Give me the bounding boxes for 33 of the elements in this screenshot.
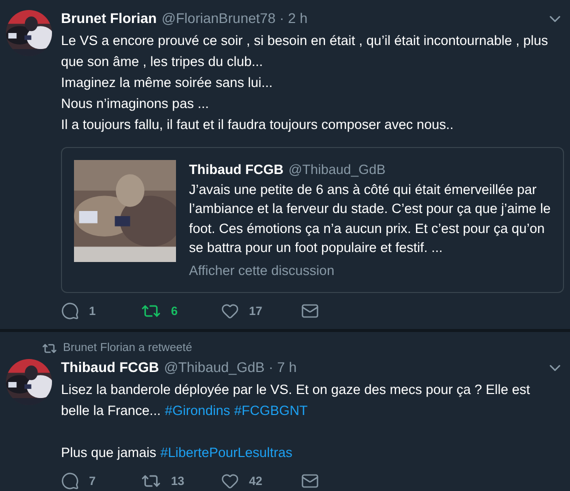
heart-icon[interactable] (221, 472, 239, 490)
author-handle[interactable]: @FlorianBrunet78 (162, 9, 276, 28)
reply-count: 7 (89, 473, 96, 490)
quoted-author-name[interactable]: Thibaud FCGB (189, 160, 284, 180)
tweet-text: Il a toujours fallu, il faut et il faudra toujours composer avec nous.. (61, 116, 454, 134)
author-handle[interactable]: @Thibaud_GdB (164, 358, 265, 378)
retweet-count: 6 (171, 303, 178, 320)
quoted-tweet-text: J’avais une petite de 6 ans à côté qui était émerveillée par l’ambiance et la ferveur du stade. C’est pour ça que j’aime le foot. Ces émotions ça n’a aucun prix. Et c’est pour ça qu’on se battra pour un foot populaire et festif. ... (189, 180, 552, 257)
tweet-time[interactable]: · 7 h (268, 358, 297, 378)
hashtag-link[interactable]: #Girondins (164, 403, 230, 418)
hashtag-link[interactable]: #FCGBGNT (234, 403, 308, 418)
mail-icon[interactable] (301, 302, 319, 320)
tweet-text: Plus que jamais #LibertePourLesultras (61, 444, 294, 462)
like-count: 42 (249, 473, 262, 490)
tweet-text: Imaginez la même soirée sans lui... (61, 74, 274, 92)
author-name[interactable]: Thibaud FCGB (61, 358, 159, 378)
like-count: 17 (249, 303, 262, 320)
retweet-count: 13 (171, 473, 184, 490)
reply-count: 1 (89, 303, 96, 320)
show-thread-link[interactable]: Afficher cette discussion (189, 260, 555, 280)
retweet-notice[interactable]: Brunet Florian a retweeté (63, 340, 192, 358)
heart-icon[interactable] (221, 302, 239, 320)
quoted-tweet-card[interactable] (61, 147, 564, 293)
tweet-time[interactable]: · 2 h (280, 9, 308, 28)
reply-icon[interactable] (61, 302, 79, 320)
tweet-text: Nous n’imaginons pas ... (61, 95, 210, 113)
author-name[interactable]: Brunet Florian (61, 9, 157, 28)
reply-icon[interactable] (61, 472, 79, 490)
quoted-author-handle[interactable]: @Thibaud_GdB (288, 160, 386, 180)
tweet-text: Lisez la banderole déployée par le VS. Et on gaze des mecs pour ça ? Elle est belle la France... #Girondins #FCGBGNT (61, 381, 532, 420)
hashtag-link[interactable]: #LibertePourLesultras (160, 445, 292, 460)
mail-icon[interactable] (301, 472, 319, 490)
tweet-text: Le VS a encore prouvé ce soir , si besoin en était , qu’il était incontournable , plus que son âme , les tripes du club... (61, 32, 550, 71)
